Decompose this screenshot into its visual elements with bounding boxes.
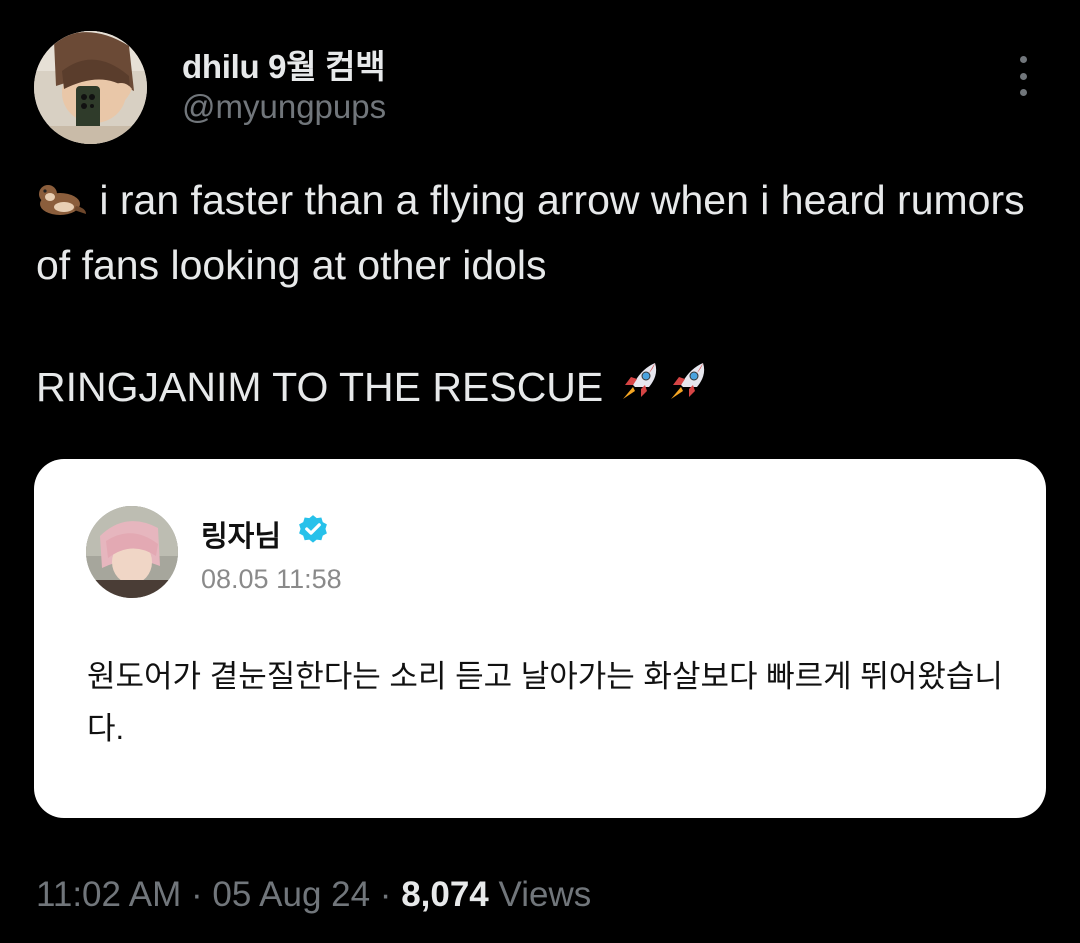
quoted-avatar-photo bbox=[86, 506, 178, 598]
post-time[interactable]: 11:02 AM bbox=[36, 875, 181, 914]
quoted-post-text: 원도어가 곁눈질한다는 소리 듣고 날아가는 화살보다 빠르게 뛰어왔습니다. bbox=[87, 659, 1003, 746]
quoted-post-card[interactable]: 링자님 08.05 11:58 원도어가 곁눈질한다는 소리 듣고 날아가는 화… bbox=[34, 459, 1046, 818]
otter-emoji-icon bbox=[36, 174, 88, 235]
rocket-icon bbox=[615, 359, 663, 422]
quoted-author-name[interactable]: 링자님 bbox=[201, 513, 281, 555]
tweet-line-2: RINGJANIM TO THE RESCUE bbox=[36, 364, 604, 410]
quoted-author-avatar[interactable] bbox=[86, 506, 178, 598]
meta-separator: · bbox=[379, 875, 392, 914]
meta-separator: · bbox=[191, 875, 203, 914]
author-avatar[interactable] bbox=[34, 31, 147, 144]
post-meta: 11:02 AM · 05 Aug 24 · 8,074 Views bbox=[36, 875, 591, 915]
author-display-name[interactable]: dhilu 9월 컴백 bbox=[182, 40, 386, 88]
avatar-photo bbox=[34, 31, 147, 144]
verified-badge-icon bbox=[299, 515, 327, 543]
author-handle[interactable]: @myungpups bbox=[182, 88, 386, 126]
tweet-line-1: i ran faster than a flying arrow when i … bbox=[36, 177, 1037, 288]
views-count: 8,074 bbox=[401, 875, 489, 914]
tweet-body: i ran faster than a flying arrow when i … bbox=[36, 170, 1046, 422]
views-label: Views bbox=[498, 875, 592, 914]
more-vertical-icon[interactable] bbox=[1010, 56, 1036, 96]
quoted-post-date: 08.05 11:58 bbox=[201, 564, 342, 594]
rocket-icon bbox=[663, 359, 711, 422]
post-date[interactable]: 05 Aug 24 bbox=[212, 875, 370, 914]
